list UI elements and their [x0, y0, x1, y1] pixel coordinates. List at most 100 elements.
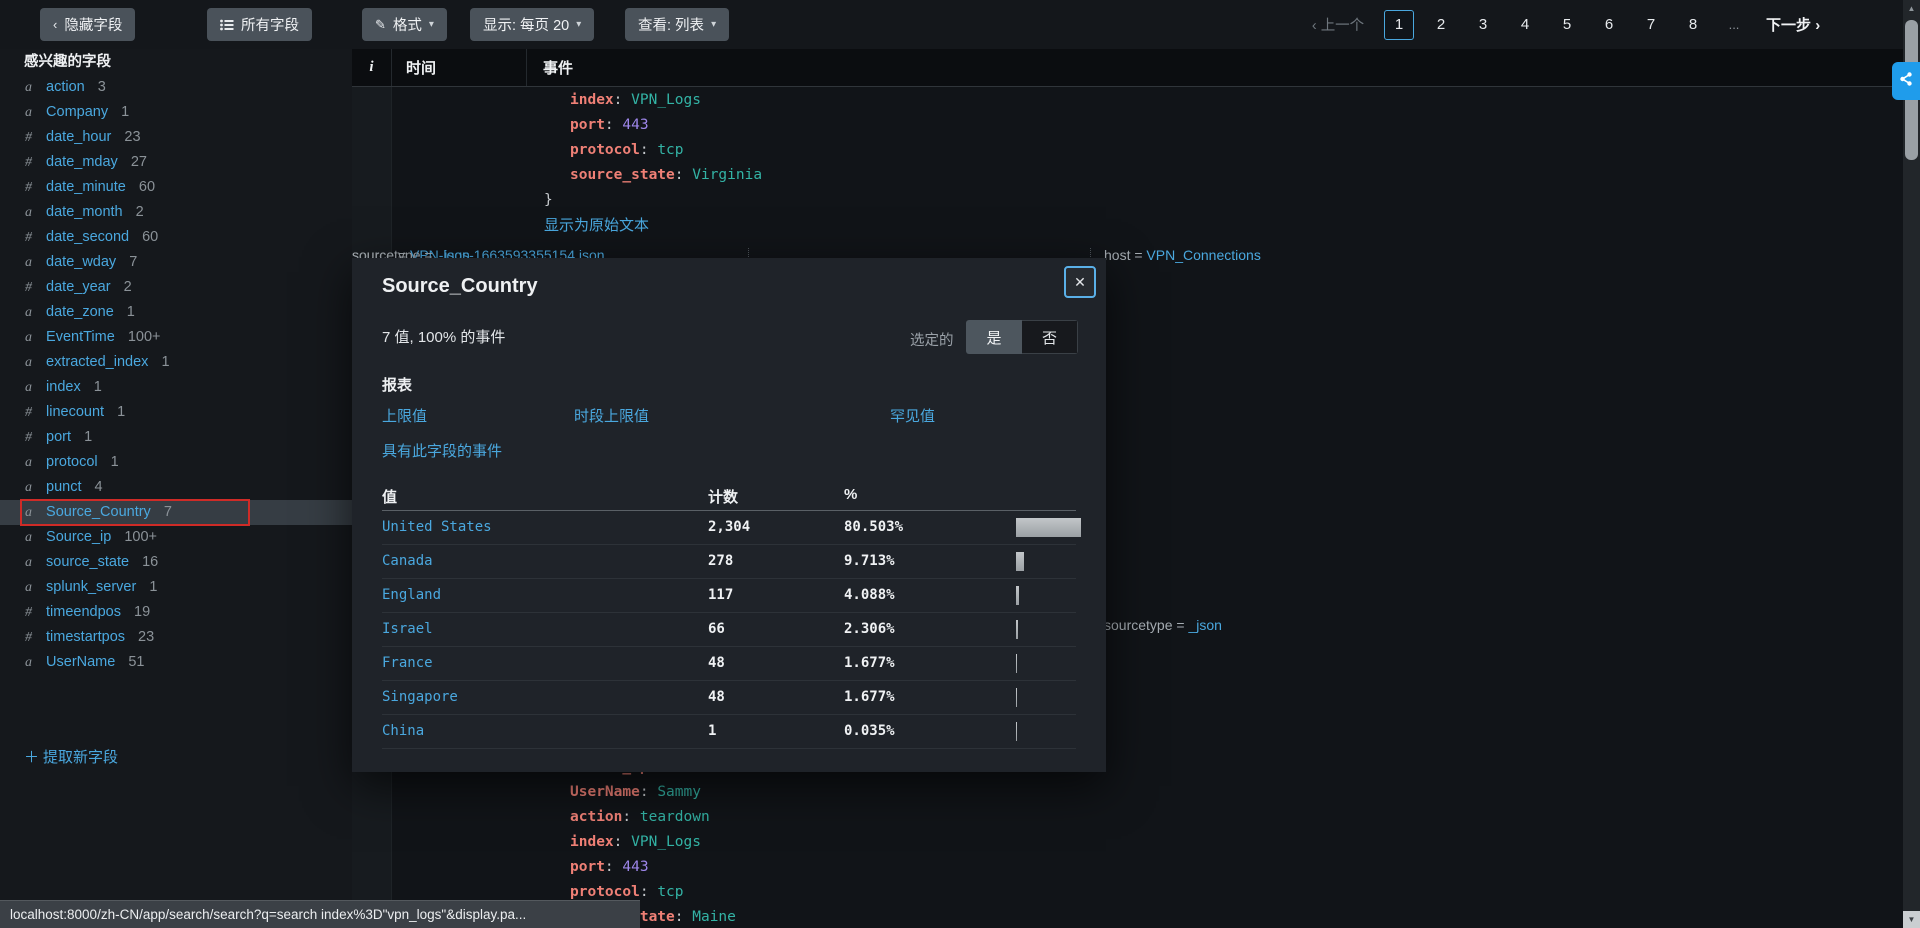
next-page-button[interactable]: 下一步 › — [1766, 14, 1820, 35]
meta-value-link[interactable]: VPN_Connections — [1146, 247, 1260, 263]
json-key[interactable]: UserName — [570, 784, 640, 800]
field-name-link[interactable]: action — [46, 79, 85, 95]
scroll-up-arrow-icon[interactable]: ▲ — [1903, 0, 1920, 17]
field-name-link[interactable]: date_month — [46, 204, 123, 220]
json-value[interactable]: tcp — [657, 142, 683, 158]
sidebar-field-row[interactable]: # date_hour 23 — [0, 125, 352, 150]
value-link[interactable]: Israel — [382, 613, 433, 646]
page-number-button[interactable]: 3 — [1462, 10, 1504, 40]
json-value[interactable]: Maine — [692, 909, 736, 925]
field-name-link[interactable]: EventTime — [46, 329, 115, 345]
extract-new-fields-link[interactable]: ＋提取新字段 — [24, 746, 118, 767]
field-name-link[interactable]: Source_ip — [46, 529, 111, 545]
field-name-link[interactable]: date_mday — [46, 154, 118, 170]
field-name-link[interactable]: splunk_server — [46, 579, 136, 595]
page-number-button[interactable]: 2 — [1420, 10, 1462, 40]
json-value[interactable]: teardown — [640, 809, 710, 825]
json-value[interactable]: tcp — [657, 884, 683, 900]
show-raw-text-link[interactable]: 显示为原始文本 — [544, 217, 649, 234]
json-value[interactable]: 443 — [622, 859, 648, 875]
format-button[interactable]: ✎ 格式 ▾ — [362, 8, 447, 41]
json-key[interactable]: source_state — [570, 167, 675, 183]
sidebar-field-row[interactable]: # date_year 2 — [0, 275, 352, 300]
sidebar-field-row[interactable]: # timeendpos 19 — [0, 600, 352, 625]
json-value[interactable]: VPN_Logs — [631, 92, 701, 108]
sidebar-field-row[interactable]: # date_mday 27 — [0, 150, 352, 175]
sidebar-field-row[interactable]: a extracted_index 1 — [0, 350, 352, 375]
field-name-link[interactable]: source_state — [46, 554, 129, 570]
json-value[interactable]: 443 — [622, 117, 648, 133]
scroll-down-arrow-icon[interactable]: ▼ — [1903, 911, 1920, 928]
value-link[interactable]: France — [382, 647, 433, 680]
value-link[interactable]: England — [382, 579, 441, 612]
field-name-link[interactable]: UserName — [46, 654, 115, 670]
field-name-link[interactable]: index — [46, 379, 81, 395]
selected-yes-button[interactable]: 是 — [966, 320, 1022, 354]
json-value[interactable]: VPN_Logs — [631, 834, 701, 850]
value-link[interactable]: Canada — [382, 545, 433, 578]
page-number-button[interactable]: 5 — [1546, 10, 1588, 40]
value-link[interactable]: China — [382, 715, 424, 748]
value-link[interactable]: United States — [382, 511, 492, 544]
sidebar-field-row[interactable]: a EventTime 100+ — [0, 325, 352, 350]
top-values-by-time-link[interactable]: 时段上限值 — [574, 405, 649, 426]
page-number-button[interactable]: 7 — [1630, 10, 1672, 40]
json-value[interactable]: Virginia — [692, 167, 762, 183]
field-name-link[interactable]: date_minute — [46, 179, 126, 195]
field-name-link[interactable]: extracted_index — [46, 354, 148, 370]
field-name-link[interactable]: date_second — [46, 229, 129, 245]
json-key[interactable]: index — [570, 92, 614, 108]
all-fields-button[interactable]: 所有字段 — [207, 8, 312, 41]
sidebar-field-row[interactable]: # date_second 60 — [0, 225, 352, 250]
field-name-link[interactable]: timestartpos — [46, 629, 125, 645]
sidebar-field-row[interactable]: a protocol 1 — [0, 450, 352, 475]
sidebar-field-row[interactable]: a index 1 — [0, 375, 352, 400]
json-key[interactable]: port — [570, 859, 605, 875]
json-key[interactable]: protocol — [570, 884, 640, 900]
field-name-link[interactable]: Company — [46, 104, 108, 120]
rare-values-link[interactable]: 罕见值 — [890, 405, 935, 426]
field-name-link[interactable]: Source_Country — [46, 504, 151, 520]
json-key[interactable]: index — [570, 834, 614, 850]
page-number-button[interactable]: 8 — [1672, 10, 1714, 40]
sidebar-field-row[interactable]: # port 1 — [0, 425, 352, 450]
sidebar-field-row[interactable]: a Company 1 — [0, 100, 352, 125]
hide-fields-button[interactable]: ‹ 隐藏字段 — [40, 8, 136, 41]
json-key[interactable]: action — [570, 809, 622, 825]
view-button[interactable]: 查看: 列表 ▾ — [625, 8, 730, 41]
sidebar-field-row[interactable]: a action 3 — [0, 75, 352, 100]
meta-value-link[interactable]: _json — [1188, 617, 1221, 633]
field-name-link[interactable]: date_hour — [46, 129, 111, 145]
events-with-field-link[interactable]: 具有此字段的事件 — [382, 440, 502, 461]
json-key[interactable]: port — [570, 117, 605, 133]
vertical-scrollbar[interactable]: ▲ ▼ — [1903, 0, 1920, 928]
sidebar-field-row[interactable]: a source_state 16 — [0, 550, 352, 575]
sidebar-field-row[interactable]: a date_zone 1 — [0, 300, 352, 325]
page-number-button[interactable]: 6 — [1588, 10, 1630, 40]
top-values-link[interactable]: 上限值 — [382, 405, 427, 426]
field-name-link[interactable]: protocol — [46, 454, 98, 470]
sidebar-field-row[interactable]: # timestartpos 23 — [0, 625, 352, 650]
close-button[interactable]: ✕ — [1064, 266, 1096, 298]
selected-no-button[interactable]: 否 — [1022, 320, 1078, 354]
field-name-link[interactable]: port — [46, 429, 71, 445]
sidebar-field-row[interactable]: a date_month 2 — [0, 200, 352, 225]
page-number-button[interactable]: 1 — [1384, 9, 1414, 40]
page-size-button[interactable]: 显示: 每页 20 ▾ — [470, 8, 595, 41]
field-name-link[interactable]: date_wday — [46, 254, 116, 270]
json-key[interactable]: protocol — [570, 142, 640, 158]
sidebar-field-row[interactable]: # linecount 1 — [0, 400, 352, 425]
share-button[interactable] — [1892, 62, 1920, 100]
field-name-link[interactable]: punct — [46, 479, 81, 495]
value-link[interactable]: Singapore — [382, 681, 458, 714]
field-name-link[interactable]: timeendpos — [46, 604, 121, 620]
field-name-link[interactable]: linecount — [46, 404, 104, 420]
prev-page-button[interactable]: ‹ 上一个 — [1298, 14, 1378, 35]
field-name-link[interactable]: date_year — [46, 279, 111, 295]
sidebar-field-row[interactable]: a date_wday 7 — [0, 250, 352, 275]
sidebar-field-row[interactable]: a Source_Country 7 — [0, 500, 352, 525]
sidebar-field-row[interactable]: a UserName 51 — [0, 650, 352, 675]
sidebar-field-row[interactable]: a Source_ip 100+ — [0, 525, 352, 550]
sidebar-field-row[interactable]: # date_minute 60 — [0, 175, 352, 200]
json-value[interactable]: Sammy — [657, 784, 701, 800]
